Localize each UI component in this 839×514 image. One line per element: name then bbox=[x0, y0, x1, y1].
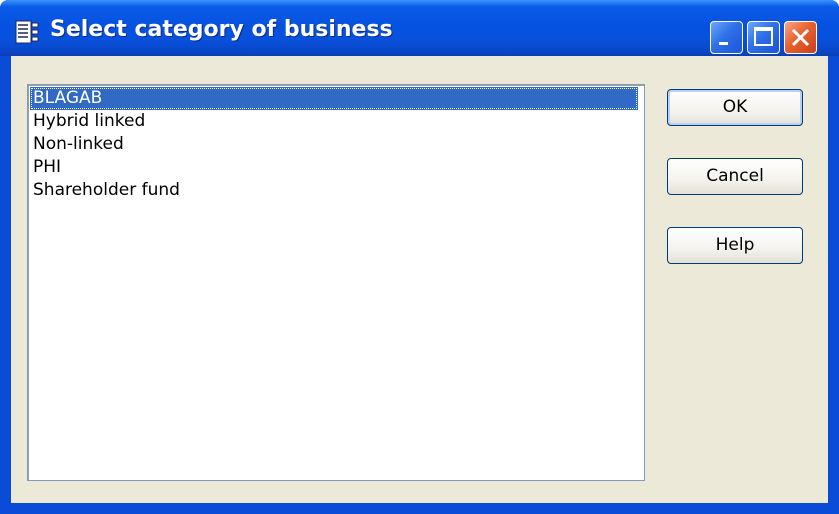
list-item[interactable]: Non-linked bbox=[30, 133, 638, 156]
maximize-icon bbox=[754, 27, 773, 46]
minimize-icon bbox=[719, 42, 728, 45]
cancel-button[interactable]: Cancel bbox=[667, 158, 803, 195]
ok-button[interactable]: OK bbox=[667, 89, 803, 126]
help-button[interactable]: Help bbox=[667, 227, 803, 264]
dialog-list-icon bbox=[14, 20, 40, 46]
dialog-window: Select category of business BLAGAB Hybri… bbox=[0, 0, 839, 514]
title-bar[interactable]: Select category of business bbox=[0, 0, 839, 56]
maximize-button[interactable] bbox=[747, 21, 780, 54]
list-item[interactable]: BLAGAB bbox=[30, 87, 638, 110]
list-item[interactable]: Shareholder fund bbox=[30, 179, 638, 202]
minimize-button[interactable] bbox=[710, 21, 743, 54]
list-item[interactable]: Hybrid linked bbox=[30, 110, 638, 133]
category-listbox[interactable]: BLAGAB Hybrid linked Non-linked PHI Shar… bbox=[27, 84, 645, 481]
dialog-body: BLAGAB Hybrid linked Non-linked PHI Shar… bbox=[11, 56, 828, 503]
list-item[interactable]: PHI bbox=[30, 156, 638, 179]
close-icon bbox=[791, 28, 810, 47]
window-title: Select category of business bbox=[50, 17, 393, 42]
close-button[interactable] bbox=[784, 21, 817, 54]
